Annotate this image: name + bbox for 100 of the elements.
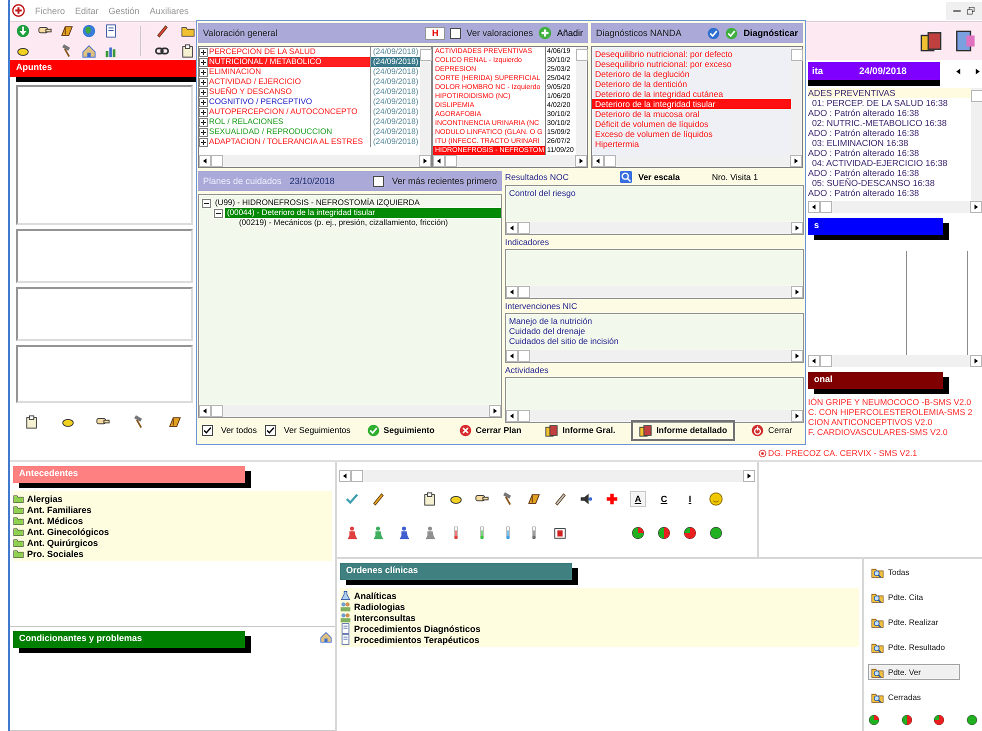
history-item[interactable]: Pro. Sociales [27, 548, 84, 558]
action-button[interactable]: Informe detallado [631, 420, 736, 440]
visit-item[interactable]: 04: ACTIVIDAD-EJERCICIO 16:38 [808, 158, 971, 168]
protocol-item[interactable]: F. CARDIOVASCULARES-SMS V2.0 [808, 427, 948, 437]
collapse-icon[interactable] [214, 208, 223, 218]
pie-chart-icon[interactable] [966, 714, 978, 726]
restore-icon[interactable] [966, 6, 976, 16]
vertical-scrollbar[interactable] [576, 47, 587, 155]
note-box[interactable] [16, 345, 193, 403]
pie-chart-icon[interactable] [900, 714, 913, 726]
scale-link[interactable]: Ver escala [638, 172, 680, 182]
visit-item[interactable]: 03: ELIMINACION 16:38 [808, 138, 971, 148]
next-icon[interactable] [973, 66, 982, 76]
intervention-item[interactable]: Manejo de la nutrición [506, 316, 803, 326]
result-item[interactable]: Control del riesgo [506, 188, 803, 198]
pie-chart-icon[interactable] [657, 526, 671, 540]
pencil-icon[interactable] [371, 492, 385, 506]
tree-item[interactable]: (00219) - Mecánicos (p. ej., presión, cizallamiento, fricción) [237, 218, 450, 228]
horizontal-scrollbar[interactable] [506, 410, 803, 422]
pencil-icon[interactable] [553, 492, 567, 506]
notepad-icon[interactable] [24, 415, 39, 429]
note-box[interactable] [16, 229, 193, 283]
text-style-button[interactable]: I [682, 491, 698, 507]
vertical-scrollbar[interactable] [971, 88, 982, 201]
search-icon[interactable] [620, 171, 632, 183]
horizontal-scrollbar[interactable] [506, 350, 803, 362]
globe-icon[interactable] [82, 24, 96, 38]
check-circle-icon[interactable] [725, 26, 738, 40]
speaker-icon[interactable] [579, 492, 593, 506]
scroll-thumb[interactable] [518, 350, 530, 362]
checkbox[interactable] [202, 424, 213, 436]
notepad-icon[interactable] [423, 492, 437, 506]
horizontal-scrollbar[interactable] [808, 201, 982, 213]
order-category[interactable]: Radiologias [354, 602, 406, 612]
order-category[interactable]: Interconsultas [354, 612, 416, 622]
scroll-thumb[interactable] [970, 90, 982, 102]
scroll-right-icon[interactable] [577, 157, 585, 165]
horizontal-scrollbar[interactable] [808, 355, 982, 367]
exit-icon[interactable] [954, 30, 976, 52]
scroll-thumb[interactable] [518, 286, 530, 298]
scroll-thumb[interactable] [351, 470, 363, 482]
expand-icon[interactable] [199, 98, 208, 106]
scroll-left-icon[interactable] [594, 157, 602, 165]
h-badge[interactable]: H [424, 26, 446, 40]
pie-chart-icon[interactable] [868, 714, 880, 726]
checkbox[interactable] [264, 424, 276, 436]
visit-item[interactable]: ADO : Patrón alterado 16:38 [808, 188, 971, 198]
scroll-right-icon[interactable] [421, 157, 429, 165]
scroll-thumb[interactable] [790, 49, 802, 61]
scroll-thumb[interactable] [420, 49, 432, 61]
book-icon[interactable] [527, 492, 541, 506]
scroll-right-icon[interactable] [491, 407, 499, 415]
nanda-item[interactable]: Deterioro de la integridad tisular [592, 99, 791, 109]
intervention-item[interactable]: Cuidado del drenaje [506, 326, 803, 336]
scroll-right-icon[interactable] [793, 288, 801, 296]
filter-button[interactable]: Pdte. Realizar [868, 614, 960, 630]
action-button[interactable]: Seguimiento [358, 420, 443, 440]
expand-icon[interactable] [199, 88, 208, 96]
expand-icon[interactable] [199, 78, 208, 86]
expand-icon[interactable] [199, 138, 208, 146]
vertical-scrollbar[interactable] [420, 47, 431, 155]
scroll-thumb[interactable] [820, 201, 832, 213]
horizontal-scrollbar[interactable] [506, 286, 803, 298]
scroll-thumb[interactable] [604, 155, 616, 167]
history-item[interactable]: Ant. Médicos [27, 516, 84, 526]
horizontal-scrollbar[interactable] [433, 155, 587, 167]
scroll-thumb[interactable] [445, 155, 457, 167]
scroll-left-icon[interactable] [341, 472, 349, 480]
horizontal-scrollbar[interactable] [199, 155, 431, 167]
book-icon[interactable] [168, 415, 182, 429]
history-item[interactable]: Ant. Quirúrgicos [27, 538, 98, 548]
visit-item[interactable]: ADO : Patrón alterado 16:38 [808, 128, 971, 138]
scroll-right-icon[interactable] [972, 203, 980, 211]
checkbox[interactable] [372, 176, 384, 186]
filter-button[interactable]: Pdte. Ver [868, 664, 960, 680]
filter-button[interactable]: Pdte. Cita [868, 589, 960, 605]
visit-item[interactable]: 01: PERCEP. DE LA SALUD 16:38 [808, 98, 971, 108]
history-item[interactable]: Alergias [27, 494, 63, 504]
filter-button[interactable]: Cerradas [868, 689, 960, 705]
horizontal-scrollbar[interactable] [199, 405, 501, 417]
history-item[interactable]: Ant. Familiares [27, 504, 92, 514]
scroll-left-icon[interactable] [508, 352, 516, 360]
action-button[interactable]: Cerrar [743, 420, 800, 440]
scroll-thumb[interactable] [518, 222, 530, 234]
text-style-button[interactable]: C [656, 491, 672, 507]
house-icon[interactable] [82, 44, 96, 58]
intervention-item[interactable]: Cuidados del sitio de incisión [506, 336, 803, 346]
action-button[interactable]: Informe Gral. [537, 420, 624, 440]
pencil-icon[interactable] [155, 24, 169, 38]
visit-item[interactable]: 05: SUEÑO-DESCANSO 16:38 [808, 178, 971, 188]
order-category[interactable]: Procedimientos Diagnósticos [354, 624, 481, 634]
text-style-button[interactable]: A [630, 491, 646, 507]
protocol-item[interactable]: CION ANTICONCEPTIVOS V2.0 [808, 417, 932, 427]
pie-chart-icon[interactable] [683, 526, 697, 540]
previous-icon[interactable] [954, 66, 963, 76]
checkbox[interactable] [450, 28, 462, 38]
scroll-left-icon[interactable] [435, 157, 443, 165]
note-box[interactable] [16, 287, 193, 341]
scroll-right-icon[interactable] [972, 357, 980, 365]
book-icon[interactable] [60, 24, 74, 38]
